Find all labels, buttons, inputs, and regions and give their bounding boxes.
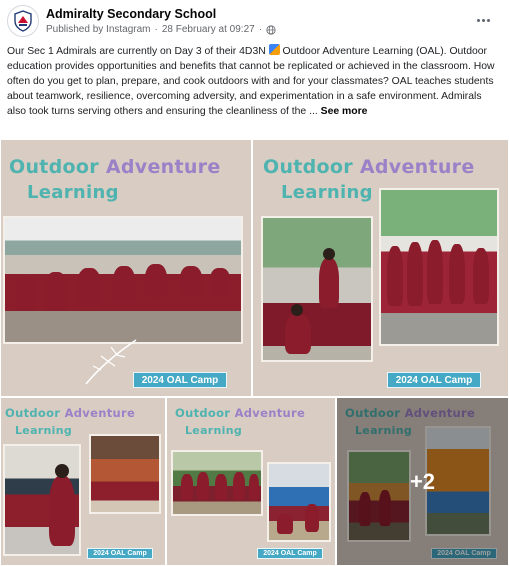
tile-title-line1: Outdoor Adventure [9,156,221,178]
page-avatar[interactable] [7,5,39,37]
post-date[interactable]: 28 February at 09:27 [162,24,255,35]
see-more-link[interactable]: See more [321,106,368,117]
tile-title-line1: Outdoor Adventure [175,406,306,420]
gallery-photo-2[interactable]: Outdoor Adventure Learning 2024 OAL Camp [252,139,509,397]
caption-text-part1: Our Sec 1 Admirals are currently on Day … [7,46,266,57]
photo-cooking [3,444,81,556]
photo-tent-pitching [267,462,331,542]
photo-gallery: Outdoor Adventure Learning 2024 OAL Camp… [0,139,509,566]
globe-icon [266,24,276,35]
photo-park-group [171,450,263,516]
school-crest-icon [14,10,32,32]
tile-title-line1: Outdoor Adventure [5,406,136,420]
more-photos-count[interactable]: +2 [337,398,508,565]
leaf-doodle-icon [85,339,137,385]
oal-camp-badge: 2024 OAL Camp [257,548,323,559]
photo-food-prep [89,434,161,514]
photo-students-step [261,216,373,362]
tile-title-line2: Learning [15,424,73,437]
tile-title-line1: Outdoor Adventure [263,156,475,178]
photo-students-line [379,188,499,346]
tile-title-line2: Learning [185,424,243,437]
post-header: Admiralty Secondary School Published by … [0,0,509,42]
oal-camp-badge: 2024 OAL Camp [133,372,227,388]
photo-students-hall [3,216,243,344]
gallery-photo-3[interactable]: Outdoor Adventure Learning 2024 OAL Camp [0,397,166,566]
oal-camp-badge: 2024 OAL Camp [87,548,153,559]
post-meta: Published by Instagram · 28 February at … [46,24,276,35]
meta-separator-2: · [258,24,263,35]
more-options-button[interactable] [471,9,495,31]
oal-camp-badge: 2024 OAL Camp [387,372,481,388]
gallery-photo-4[interactable]: Outdoor Adventure Learning 2024 OAL Camp [166,397,336,566]
gallery-photo-1[interactable]: Outdoor Adventure Learning 2024 OAL Camp [0,139,252,397]
meta-separator: · [154,24,158,35]
more-horizontal-icon [476,18,480,22]
page-name[interactable]: Admiralty Secondary School [46,7,216,21]
tile-title-line2: Learning [281,182,373,203]
tile-title-line2: Learning [27,182,119,203]
gallery-photo-5-more[interactable]: Outdoor Adventure Learning 2024 OAL Camp… [336,397,509,566]
compass-emoji-icon [268,44,280,55]
post-caption: Our Sec 1 Admirals are currently on Day … [7,44,503,119]
published-by: Published by Instagram [46,24,151,35]
